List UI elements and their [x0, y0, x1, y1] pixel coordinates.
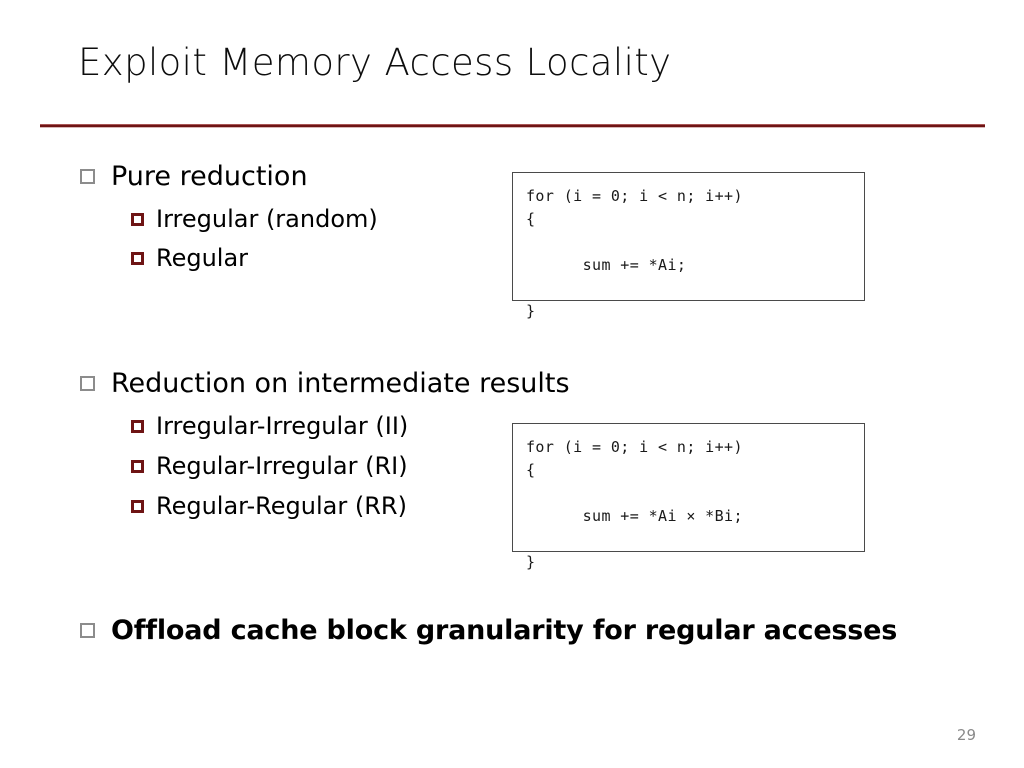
- title-divider-rule: [40, 124, 985, 128]
- bullet-level2-regular-regular: Regular-Regular (RR): [131, 490, 407, 522]
- code-line: {: [526, 210, 536, 228]
- page-title: Exploit Memory Access Locality: [78, 41, 672, 84]
- code-block-pure-reduction: for (i = 0; i < n; i++) { sum += *Ai; }: [512, 172, 865, 320]
- bullet-level2-regular: Regular: [131, 242, 248, 274]
- code-line: {: [526, 461, 536, 479]
- bullet-label: Regular-Irregular (RI): [156, 452, 408, 480]
- bullet-label: Offload cache block granularity for regu…: [111, 615, 898, 646]
- code-line: }: [526, 302, 536, 320]
- slide-page-number: 29: [956, 726, 976, 744]
- bullet-label: Reduction on intermediate results: [111, 368, 570, 399]
- bullet-level1-reduction-intermediate: Reduction on intermediate results: [80, 367, 570, 401]
- bullet-level2-irregular-random: Irregular (random): [131, 203, 378, 235]
- code-line: sum += *Ai × *Bi;: [526, 507, 743, 525]
- bullet-level2-irregular-irregular: Irregular-Irregular (II): [131, 410, 408, 442]
- square-bullet-icon: [80, 376, 95, 391]
- code-block-intermediate-reduction: for (i = 0; i < n; i++) { sum += *Ai × *…: [512, 423, 865, 571]
- filled-square-bullet-icon: [131, 500, 144, 513]
- bullet-label: Irregular (random): [156, 205, 378, 233]
- bullet-level2-regular-irregular: Regular-Irregular (RI): [131, 450, 408, 482]
- bullet-level1-offload-cache-block: Offload cache block granularity for regu…: [80, 614, 897, 648]
- bullet-label: Regular: [156, 244, 249, 272]
- slide-canvas: Exploit Memory Access Locality Pure redu…: [0, 0, 1024, 768]
- code-line: for (i = 0; i < n; i++): [526, 438, 743, 456]
- filled-square-bullet-icon: [131, 213, 144, 226]
- code-line: }: [526, 553, 536, 571]
- square-bullet-icon: [80, 169, 95, 184]
- filled-square-bullet-icon: [131, 420, 144, 433]
- bullet-label: Irregular-Irregular (II): [156, 412, 409, 440]
- bullet-label: Regular-Regular (RR): [156, 492, 407, 520]
- filled-square-bullet-icon: [131, 460, 144, 473]
- square-bullet-icon: [80, 623, 95, 638]
- filled-square-bullet-icon: [131, 252, 144, 265]
- code-line: for (i = 0; i < n; i++): [526, 187, 743, 205]
- code-line: sum += *Ai;: [526, 256, 687, 274]
- bullet-label: Pure reduction: [111, 161, 308, 192]
- bullet-level1-pure-reduction: Pure reduction: [80, 160, 308, 194]
